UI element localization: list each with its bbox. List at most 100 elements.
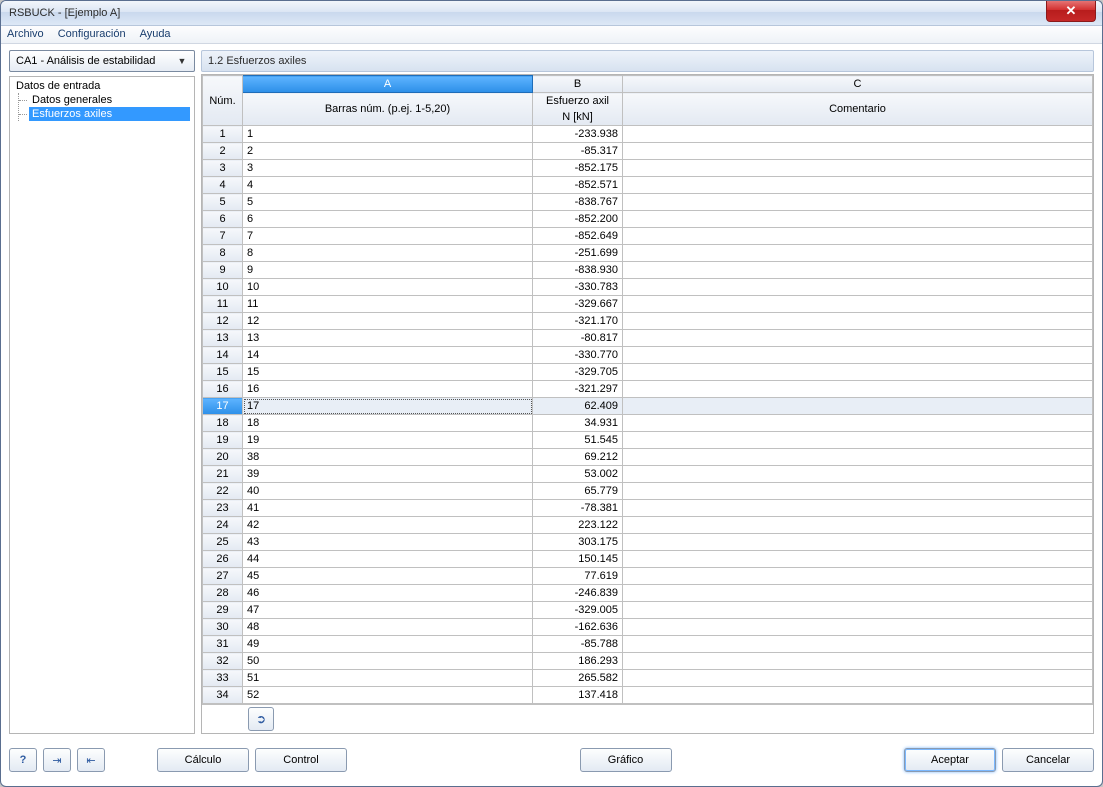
pick-members-button[interactable]: ➲ (248, 707, 274, 731)
cell-barras[interactable]: 11 (243, 296, 533, 313)
cell-comentario[interactable] (623, 177, 1093, 194)
cell-esfuerzo[interactable]: -246.839 (533, 585, 623, 602)
table-row[interactable]: 55-838.767 (203, 194, 1093, 211)
cell-esfuerzo[interactable]: 223.122 (533, 517, 623, 534)
row-header[interactable]: 32 (203, 653, 243, 670)
row-header[interactable]: 27 (203, 568, 243, 585)
nav-tree[interactable]: Datos de entrada Datos generalesEsfuerzo… (9, 76, 195, 734)
cell-comentario[interactable] (623, 449, 1093, 466)
grafico-button[interactable]: Gráfico (580, 748, 672, 772)
cell-esfuerzo[interactable]: -80.817 (533, 330, 623, 347)
cell-comentario[interactable] (623, 347, 1093, 364)
row-header[interactable]: 1 (203, 126, 243, 143)
cell-esfuerzo[interactable]: 77.619 (533, 568, 623, 585)
row-header[interactable]: 20 (203, 449, 243, 466)
cell-barras[interactable]: 17 (243, 398, 533, 415)
cell-comentario[interactable] (623, 670, 1093, 687)
menu-ayuda[interactable]: Ayuda (140, 28, 171, 40)
cell-esfuerzo[interactable]: 137.418 (533, 687, 623, 704)
cell-barras[interactable]: 51 (243, 670, 533, 687)
cell-esfuerzo[interactable]: -329.005 (533, 602, 623, 619)
table-row[interactable]: 274577.619 (203, 568, 1093, 585)
col-header-c[interactable]: Comentario (623, 93, 1093, 126)
cell-comentario[interactable] (623, 500, 1093, 517)
data-grid[interactable]: Núm. A B C Barras núm. (p.ej. 1-5,20) Es… (202, 75, 1093, 704)
row-header[interactable]: 33 (203, 670, 243, 687)
table-row[interactable]: 1010-330.783 (203, 279, 1093, 296)
cell-esfuerzo[interactable]: -852.649 (533, 228, 623, 245)
table-row[interactable]: 2846-246.839 (203, 585, 1093, 602)
table-row[interactable]: 191951.545 (203, 432, 1093, 449)
menu-configuracion[interactable]: Configuración (58, 28, 126, 40)
close-button[interactable]: ✕ (1046, 1, 1096, 22)
table-row[interactable]: 44-852.571 (203, 177, 1093, 194)
table-row[interactable]: 11-233.938 (203, 126, 1093, 143)
cell-esfuerzo[interactable]: -329.667 (533, 296, 623, 313)
cell-barras[interactable]: 5 (243, 194, 533, 211)
row-header[interactable]: 9 (203, 262, 243, 279)
import-button[interactable]: ⇥ (43, 748, 71, 772)
cell-barras[interactable]: 4 (243, 177, 533, 194)
cell-comentario[interactable] (623, 534, 1093, 551)
table-row[interactable]: 1313-80.817 (203, 330, 1093, 347)
cell-comentario[interactable] (623, 160, 1093, 177)
cell-barras[interactable]: 12 (243, 313, 533, 330)
export-button[interactable]: ⇤ (77, 748, 105, 772)
row-header[interactable]: 17 (203, 398, 243, 415)
table-row[interactable]: 1616-321.297 (203, 381, 1093, 398)
cell-esfuerzo[interactable]: -233.938 (533, 126, 623, 143)
cell-barras[interactable]: 6 (243, 211, 533, 228)
cell-barras[interactable]: 39 (243, 466, 533, 483)
cell-esfuerzo[interactable]: -330.783 (533, 279, 623, 296)
table-row[interactable]: 77-852.649 (203, 228, 1093, 245)
cell-barras[interactable]: 15 (243, 364, 533, 381)
cell-comentario[interactable] (623, 466, 1093, 483)
cell-comentario[interactable] (623, 296, 1093, 313)
cell-comentario[interactable] (623, 364, 1093, 381)
table-row[interactable]: 2543303.175 (203, 534, 1093, 551)
row-header[interactable]: 7 (203, 228, 243, 245)
cell-barras[interactable]: 46 (243, 585, 533, 602)
cell-esfuerzo[interactable]: 53.002 (533, 466, 623, 483)
tree-item-1[interactable]: Esfuerzos axiles (29, 107, 190, 121)
cell-esfuerzo[interactable]: -838.930 (533, 262, 623, 279)
row-header[interactable]: 15 (203, 364, 243, 381)
table-row[interactable]: 2644150.145 (203, 551, 1093, 568)
table-row[interactable]: 22-85.317 (203, 143, 1093, 160)
cell-esfuerzo[interactable]: 150.145 (533, 551, 623, 568)
row-header[interactable]: 28 (203, 585, 243, 602)
table-row[interactable]: 3351265.582 (203, 670, 1093, 687)
row-header[interactable]: 30 (203, 619, 243, 636)
cell-barras[interactable]: 47 (243, 602, 533, 619)
help-button[interactable]: ? (9, 748, 37, 772)
cell-esfuerzo[interactable]: -78.381 (533, 500, 623, 517)
cell-barras[interactable]: 16 (243, 381, 533, 398)
cell-esfuerzo[interactable]: 69.212 (533, 449, 623, 466)
cell-esfuerzo[interactable]: -852.571 (533, 177, 623, 194)
col-header-b[interactable]: Esfuerzo axil N [kN] (533, 93, 623, 126)
cell-comentario[interactable] (623, 602, 1093, 619)
cell-esfuerzo[interactable]: -838.767 (533, 194, 623, 211)
cell-esfuerzo[interactable]: -852.200 (533, 211, 623, 228)
cell-barras[interactable]: 42 (243, 517, 533, 534)
cell-barras[interactable]: 3 (243, 160, 533, 177)
cell-comentario[interactable] (623, 551, 1093, 568)
table-row[interactable]: 33-852.175 (203, 160, 1093, 177)
cell-comentario[interactable] (623, 432, 1093, 449)
cell-barras[interactable]: 43 (243, 534, 533, 551)
cell-comentario[interactable] (623, 330, 1093, 347)
row-header[interactable]: 11 (203, 296, 243, 313)
cell-comentario[interactable] (623, 143, 1093, 160)
row-header[interactable]: 26 (203, 551, 243, 568)
row-header[interactable]: 25 (203, 534, 243, 551)
calculo-button[interactable]: Cálculo (157, 748, 249, 772)
cell-esfuerzo[interactable]: -321.170 (533, 313, 623, 330)
tree-item-0[interactable]: Datos generales (29, 93, 190, 107)
tree-root[interactable]: Datos de entrada (14, 79, 190, 93)
row-header[interactable]: 31 (203, 636, 243, 653)
cell-esfuerzo[interactable]: 265.582 (533, 670, 623, 687)
cell-comentario[interactable] (623, 398, 1093, 415)
table-row[interactable]: 3149-85.788 (203, 636, 1093, 653)
col-header-a[interactable]: Barras núm. (p.ej. 1-5,20) (243, 93, 533, 126)
row-header[interactable]: 8 (203, 245, 243, 262)
